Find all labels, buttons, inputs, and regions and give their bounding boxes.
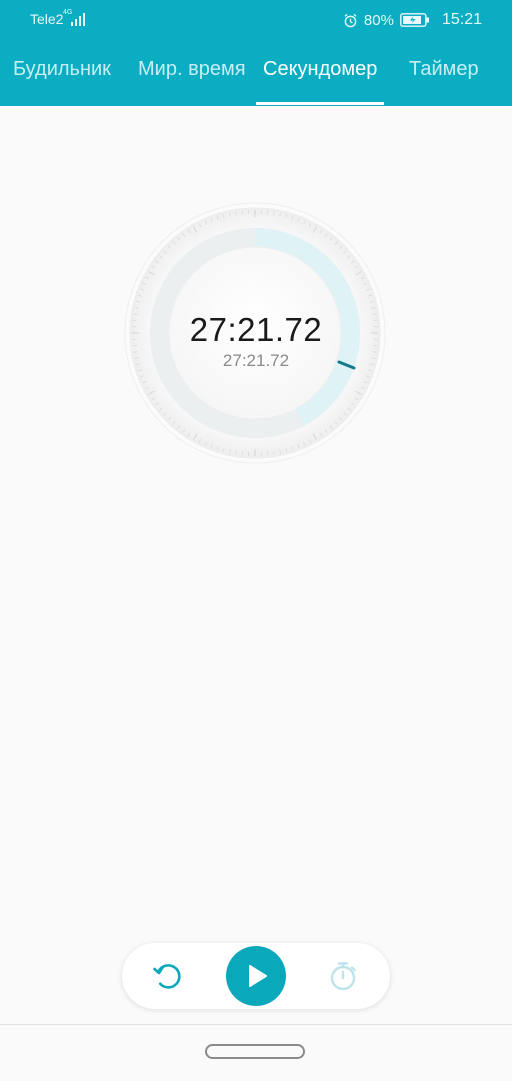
tab-stopwatch[interactable]: Секундомер — [263, 58, 377, 81]
play-button[interactable] — [226, 946, 286, 1006]
lap-button[interactable] — [325, 958, 361, 994]
tab-bar: Будильник Мир. время Секундомер Таймер — [0, 52, 512, 106]
home-gesture-pill[interactable] — [205, 1044, 305, 1059]
active-tab-indicator — [256, 102, 384, 105]
carrier-name: Tele2 — [30, 11, 63, 27]
tab-alarm[interactable]: Будильник — [13, 58, 111, 81]
alarm-icon — [343, 13, 358, 28]
play-icon — [226, 946, 286, 1006]
top-app-bar: Tele2 4G 80% 15:21 Будильник М — [0, 0, 512, 106]
status-time: 15:21 — [442, 11, 482, 29]
reset-icon — [150, 958, 186, 994]
stopwatch-icon — [325, 958, 361, 994]
stopwatch-controls — [122, 943, 390, 1009]
status-right-group: 80% 15:21 — [343, 10, 482, 30]
signal-icon — [70, 12, 88, 26]
tab-timer[interactable]: Таймер — [409, 58, 479, 81]
tab-world-clock[interactable]: Мир. время — [138, 58, 246, 81]
lap-time: 27:21.72 — [0, 351, 512, 371]
battery-percent: 80% — [364, 12, 394, 29]
status-bar: Tele2 4G 80% 15:21 — [0, 0, 512, 40]
reset-button[interactable] — [150, 958, 186, 994]
battery-charging-icon — [400, 13, 430, 27]
elapsed-time: 27:21.72 — [0, 311, 512, 349]
system-nav-bar — [0, 1024, 512, 1081]
